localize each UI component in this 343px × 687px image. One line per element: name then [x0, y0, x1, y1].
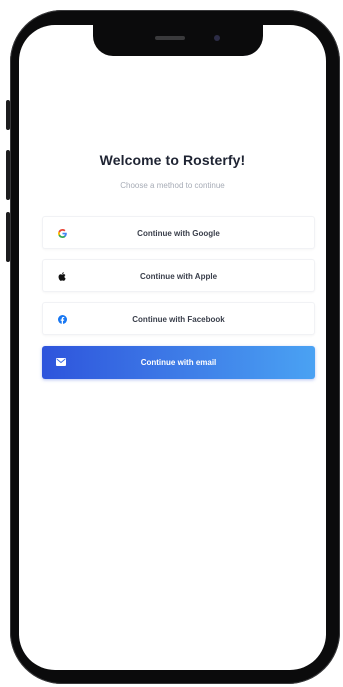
continue-with-facebook-button[interactable]: Continue with Facebook	[42, 302, 315, 335]
email-icon	[55, 356, 67, 368]
continue-with-email-label: Continue with email	[140, 358, 217, 367]
page-subtitle: Choose a method to continue	[120, 181, 225, 190]
continue-with-google-button[interactable]: Continue with Google	[42, 216, 315, 249]
continue-with-facebook-label: Continue with Facebook	[132, 315, 225, 324]
volume-up-button	[6, 150, 10, 200]
google-icon	[56, 227, 68, 239]
notch	[93, 14, 263, 56]
continue-with-apple-button[interactable]: Continue with Apple	[42, 259, 315, 292]
facebook-icon	[56, 313, 68, 325]
apple-icon	[56, 270, 68, 282]
page-title: Welcome to Rosterfy!	[99, 152, 246, 168]
continue-with-apple-label: Continue with Apple	[139, 272, 218, 281]
speaker-grille	[155, 36, 185, 40]
continue-with-email-button[interactable]: Continue with email	[42, 346, 315, 379]
volume-down-button	[6, 212, 10, 262]
front-camera	[214, 35, 220, 41]
continue-with-google-label: Continue with Google	[137, 229, 220, 238]
silent-switch	[6, 100, 10, 130]
